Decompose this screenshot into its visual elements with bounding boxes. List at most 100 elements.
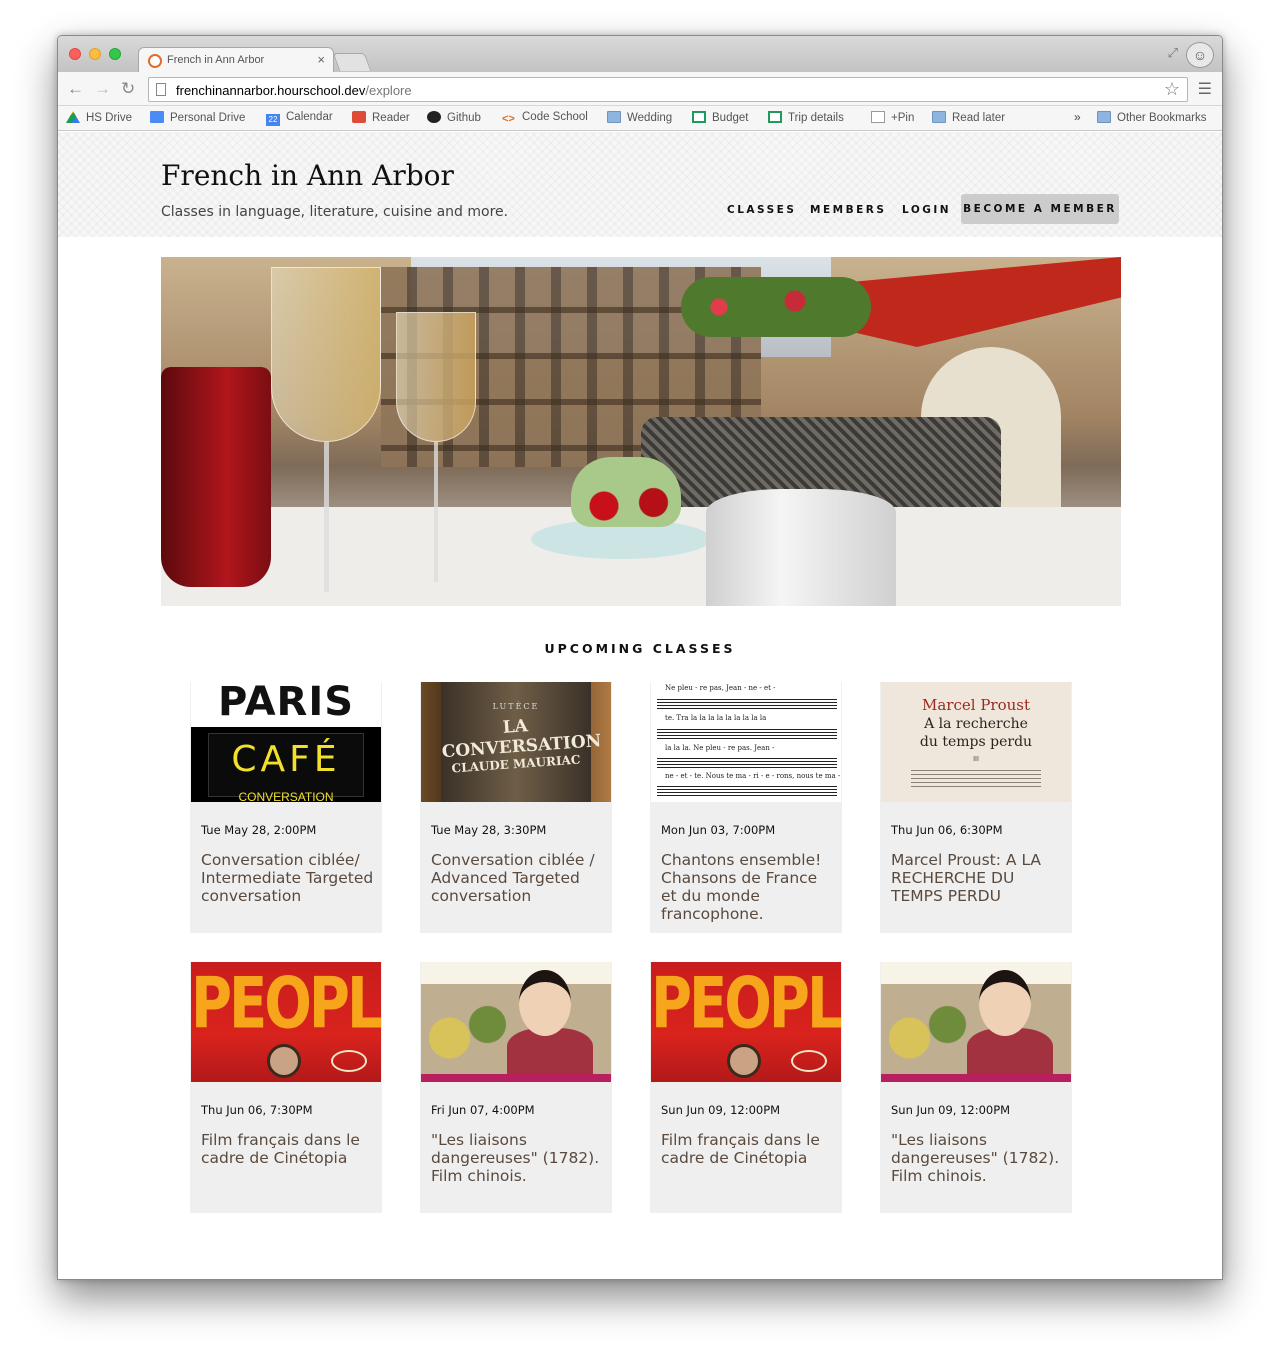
page-icon [871, 111, 885, 123]
thumbnail-text: Marcel Proust [922, 696, 1030, 714]
back-arrow-icon[interactable]: ← [67, 79, 84, 99]
class-card[interactable]: LUTÈCE LA CONVERSATION CLAUDE MAURIAC Tu… [420, 682, 612, 933]
class-card[interactable]: Sun Jun 09, 12:00PM "Les liaisons danger… [880, 962, 1072, 1213]
bookmark-trip-details[interactable]: Trip details [768, 111, 844, 124]
class-thumbnail[interactable] [421, 962, 611, 1082]
class-card[interactable]: Marcel Proust A la recherche du temps per… [880, 682, 1072, 933]
code-icon: <> [502, 113, 515, 125]
section-heading: UPCOMING CLASSES [544, 641, 736, 656]
bookmark-wedding[interactable]: Wedding [607, 111, 672, 124]
bookmark-label: Calendar [286, 111, 333, 123]
reader-icon [352, 111, 366, 123]
close-window-button[interactable] [69, 48, 81, 60]
thumbnail-text: LUTÈCE [492, 702, 540, 711]
url-text[interactable]: frenchinannarbor.hourschool.dev/explore [176, 83, 412, 98]
reload-icon[interactable]: ↻ [121, 79, 135, 99]
hero-glass-stem [434, 442, 438, 582]
bookmarks-overflow-icon[interactable]: » [1074, 110, 1081, 124]
tab-active[interactable]: French in Ann Arbor × [138, 47, 334, 73]
bookmark-code-school[interactable]: <> Code School [502, 111, 588, 125]
award-laurel-icon [791, 1050, 827, 1072]
film-still-face [979, 970, 1031, 1036]
doc-icon [150, 111, 164, 123]
hero-flowers [681, 277, 871, 337]
title-bar: French in Ann Arbor × ⤢ ☺ [58, 36, 1222, 73]
folder-icon [1097, 111, 1111, 123]
class-title[interactable]: Conversation ciblée/ Intermediate Target… [201, 851, 376, 905]
hero-red-glass [161, 367, 271, 587]
bookmark-star-icon[interactable]: ☆ [1164, 79, 1180, 100]
site-header: French in Ann Arbor Classes in language,… [58, 132, 1222, 237]
class-title[interactable]: "Les liaisons dangereuses" (1782). Film … [891, 1131, 1066, 1185]
become-member-button[interactable]: BECOME A MEMBER [961, 194, 1119, 224]
bookmark-label: +Pin [891, 112, 915, 124]
class-card[interactable]: PEOPLE Sun Jun 09, 12:00PM Film français… [650, 962, 842, 1213]
class-date: Fri Jun 07, 4:00PM [431, 1103, 535, 1117]
bookmark-label: Other Bookmarks [1117, 112, 1207, 124]
music-staff [657, 729, 837, 741]
url-path: /explore [365, 83, 412, 98]
class-card[interactable]: Fri Jun 07, 4:00PM "Les liaisons dangere… [420, 962, 612, 1213]
class-date: Sun Jun 09, 12:00PM [661, 1103, 781, 1117]
class-title[interactable]: Film français dans le cadre de Cinétopia [201, 1131, 376, 1167]
hero-glass-stem [324, 442, 329, 592]
folder-icon [607, 111, 621, 123]
class-card[interactable]: Ne pleu - re pas, Jean - ne - et - te. T… [650, 682, 842, 933]
class-title[interactable]: Conversation ciblée / Advanced Targeted … [431, 851, 606, 905]
hero-coffee-cup [706, 489, 896, 606]
bookmark-label: Trip details [788, 112, 844, 124]
bookmark-other[interactable]: Other Bookmarks [1097, 111, 1206, 124]
music-staff [657, 699, 837, 711]
class-thumbnail[interactable]: Marcel Proust A la recherche du temps per… [881, 682, 1071, 802]
music-staff [657, 786, 837, 798]
drive-icon [66, 111, 80, 123]
class-date: Thu Jun 06, 7:30PM [201, 1103, 313, 1117]
class-thumbnail[interactable] [881, 962, 1071, 1082]
bookmark-hs-drive[interactable]: HS Drive [66, 111, 132, 124]
class-card[interactable]: PEOPLE Thu Jun 06, 7:30PM Film français … [190, 962, 382, 1213]
bookmark-github[interactable]: Github [427, 111, 481, 124]
incognito-user-icon[interactable]: ☺ [1186, 42, 1214, 68]
tab-close-icon[interactable]: × [317, 52, 325, 67]
site-title[interactable]: French in Ann Arbor [161, 159, 454, 192]
thumbnail-text: PARIS [191, 682, 381, 727]
bookmark-pin[interactable]: +Pin [871, 111, 914, 124]
bookmark-calendar[interactable]: 22 Calendar [266, 111, 333, 126]
new-tab-button[interactable] [332, 53, 372, 71]
folder-icon [932, 111, 946, 123]
browser-window: French in Ann Arbor × ⤢ ☺ ← → ↻ frenchin… [57, 35, 1223, 1280]
hero-pastry [571, 457, 681, 527]
thumbnail-text: III [973, 756, 979, 763]
class-title[interactable]: Film français dans le cadre de Cinétopia [661, 1131, 836, 1167]
fullscreen-icon[interactable]: ⤢ [1168, 45, 1178, 61]
bookmark-personal-drive[interactable]: Personal Drive [150, 111, 245, 124]
zoom-window-button[interactable] [109, 48, 121, 60]
bookmark-label: Read later [952, 112, 1006, 124]
class-thumbnail[interactable]: Ne pleu - re pas, Jean - ne - et - te. T… [651, 682, 841, 802]
class-title[interactable]: Marcel Proust: A LA RECHERCHE DU TEMPS P… [891, 851, 1066, 905]
class-thumbnail[interactable]: PEOPLE [191, 962, 381, 1082]
menu-icon[interactable]: ☰ [1198, 79, 1212, 99]
thumbnail-text: te. Tra la la la la la la la la la [665, 714, 767, 722]
spreadsheet-icon [768, 111, 782, 123]
minimize-window-button[interactable] [89, 48, 101, 60]
class-card[interactable]: PARIS CAFÉ CONVERSATION Tue May 28, 2:00… [190, 682, 382, 933]
class-thumbnail[interactable]: PEOPLE [651, 962, 841, 1082]
class-title[interactable]: "Les liaisons dangereuses" (1782). Film … [431, 1131, 606, 1185]
class-thumbnail[interactable]: PARIS CAFÉ CONVERSATION [191, 682, 381, 802]
class-title[interactable]: Chantons ensemble! Chansons de France et… [661, 851, 836, 923]
bookmark-read-later[interactable]: Read later [932, 111, 1005, 124]
bookmarks-bar: HS Drive Personal Drive 22 Calendar Reade… [58, 106, 1222, 131]
bookmark-budget[interactable]: Budget [692, 111, 748, 124]
address-bar[interactable]: frenchinannarbor.hourschool.dev/explore … [148, 77, 1188, 102]
url-host: frenchinannarbor.hourschool.dev [176, 83, 366, 98]
nav-members[interactable]: MEMBERS [810, 204, 886, 216]
class-thumbnail[interactable]: LUTÈCE LA CONVERSATION CLAUDE MAURIAC [421, 682, 611, 802]
spreadsheet-icon [692, 111, 706, 123]
nav-login[interactable]: LOGIN [902, 204, 951, 216]
class-date: Thu Jun 06, 6:30PM [891, 823, 1003, 837]
credits-strip [421, 1074, 611, 1082]
forward-arrow-icon[interactable]: → [94, 79, 111, 99]
nav-classes[interactable]: CLASSES [727, 204, 796, 216]
bookmark-reader[interactable]: Reader [352, 111, 410, 124]
